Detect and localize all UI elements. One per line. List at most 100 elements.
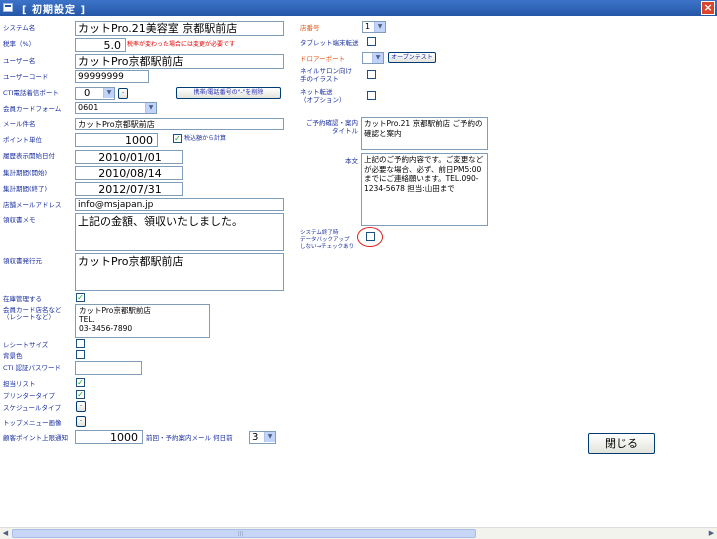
scroll-right-icon[interactable]: ▶ — [706, 528, 717, 539]
backup-label-3: しない→チェックあり — [300, 244, 355, 250]
reminder-days-select[interactable]: 3 ▼ — [249, 431, 276, 444]
tablet-transfer-label: タブレット端末転送 — [300, 39, 359, 47]
bg-color-checkbox[interactable] — [76, 350, 85, 359]
dot-icon: · — [79, 402, 83, 410]
dot-icon: · — [79, 417, 83, 425]
drawer-port-label: ドロアーポート — [300, 55, 346, 63]
point-notice-label: 顧客ポイント上限通知 — [3, 434, 68, 442]
cti-password-label: CTI 認証パスワード — [3, 364, 61, 372]
tax-rate-note: 税率が変わった場合には変更が必要です — [127, 41, 236, 48]
card-store-textarea[interactable]: カットPro京都駅前店 TEL. 03-3456-7890 — [75, 304, 210, 338]
tax-rate-label: 税率（%） — [3, 40, 36, 48]
store-mail-label: 店舗メールアドレス — [3, 201, 62, 209]
scrollbar-thumb[interactable]: ||| — [12, 529, 476, 538]
printer-type-checkbox[interactable]: ✓ — [76, 390, 85, 399]
agg-start-input[interactable]: 2010/08/14 — [75, 166, 183, 180]
bg-color-label: 背景色 — [3, 352, 23, 360]
backup-label-2: データバックアップ — [300, 237, 350, 243]
member-card-select[interactable]: 0601 ▼ — [75, 102, 157, 114]
mail-name-input[interactable]: カットPro京都駅前店 — [75, 118, 284, 130]
card-store-label-2: （レシートなど） — [3, 313, 55, 321]
backup-label-1: システム終了時 — [300, 230, 339, 236]
close-icon: × — [703, 1, 713, 14]
user-name-input[interactable]: カットPro京都駅前店 — [75, 54, 284, 69]
cti-port-value: 0 — [84, 88, 91, 99]
top-menu-image-button[interactable]: · — [76, 416, 86, 427]
dot-icon: · — [121, 89, 125, 97]
nail-illust-label-1: ネイルサロン向け — [300, 67, 352, 75]
horizontal-scrollbar[interactable]: ◀ ||| ▶ — [0, 527, 717, 539]
user-name-label: ユーザー名 — [3, 57, 36, 65]
body-label: 本文 — [345, 157, 358, 165]
receipt-issuer-textarea[interactable]: カットPro京都駅前店 — [75, 253, 284, 291]
chevron-down-icon: ▼ — [103, 88, 114, 98]
grip-icon: ||| — [238, 531, 244, 537]
stock-mgmt-checkbox[interactable]: ✓ — [76, 293, 85, 302]
member-card-value: 0601 — [78, 103, 99, 112]
receipt-size-label: レシートサイズ — [3, 341, 49, 349]
window-close-button[interactable]: × — [701, 1, 715, 15]
cti-password-input[interactable] — [75, 361, 142, 375]
user-code-input[interactable]: 99999999 — [75, 70, 149, 83]
close-button[interactable]: 閉じる — [588, 433, 655, 454]
chevron-down-icon: ▼ — [374, 22, 385, 32]
top-menu-image-label: トップメニュー画像 — [3, 419, 62, 427]
receipt-size-checkbox[interactable] — [76, 339, 85, 348]
point-notice-input[interactable]: 1000 — [75, 430, 143, 444]
staff-list-label: 担当リスト — [3, 380, 36, 388]
agg-start-label: 集計期間(開始) — [3, 169, 48, 177]
title-bar: [ 初期設定 ] × — [0, 0, 717, 16]
body-textarea[interactable]: 上記のご予約内容です。ご変更などが必要な場合、必ず、前日PM5:00までにご連絡… — [361, 153, 488, 226]
schedule-type-button[interactable]: · — [76, 401, 86, 412]
reserve-title-label-2: タイトル — [332, 127, 358, 135]
backup-checkbox[interactable] — [366, 232, 375, 241]
store-no-label: 店番号 — [300, 24, 320, 32]
schedule-type-label: スケジュールタイプ — [3, 404, 62, 412]
tablet-transfer-checkbox[interactable] — [367, 37, 376, 46]
drawer-port-select[interactable]: ▼ — [362, 52, 384, 64]
chevron-down-icon: ▼ — [264, 432, 275, 442]
store-no-select[interactable]: 1 ▼ — [362, 21, 386, 33]
point-unit-input[interactable]: 1000 — [75, 133, 158, 147]
chevron-down-icon: ▼ — [372, 53, 383, 63]
system-name-label: システム名 — [3, 24, 36, 32]
window-icon — [3, 3, 13, 12]
history-start-label: 履歴表示開始日付 — [3, 152, 55, 160]
cti-port-extra-button[interactable]: · — [118, 88, 128, 99]
window-title: [ 初期設定 ] — [22, 5, 87, 16]
reminder-days-value: 3 — [252, 432, 259, 443]
receipt-issuer-label: 領収書発行元 — [3, 257, 42, 265]
member-card-label: 会員カードフォーム — [3, 105, 62, 113]
mail-name-label: メール件名 — [3, 120, 36, 128]
system-name-input[interactable]: カットPro.21美容室 京都駅前店 — [75, 21, 284, 36]
scroll-left-icon[interactable]: ◀ — [0, 528, 11, 539]
nail-illust-label-2: 手のイラスト — [300, 75, 339, 83]
reminder-days-label: 前回・予約案内メール 何日前 — [146, 434, 233, 442]
reserve-title-label-1: ご予約確認・案内 — [306, 119, 358, 127]
nail-illust-checkbox[interactable] — [367, 70, 376, 79]
cti-port-label: CTI電話着信ポート — [3, 89, 59, 97]
store-no-value: 1 — [365, 22, 371, 31]
tax-calc-checkbox[interactable]: ✓ — [173, 134, 182, 143]
printer-type-label: プリンタータイプ — [3, 392, 55, 400]
stock-mgmt-label: 在庫管理する — [3, 295, 42, 303]
history-start-input[interactable]: 2010/01/01 — [75, 150, 183, 164]
staff-list-checkbox[interactable]: ✓ — [76, 378, 85, 387]
tax-calc-label: 税込額から計算 — [184, 135, 227, 142]
receipt-memo-label: 領収書メモ — [3, 216, 36, 224]
point-unit-label: ポイント単位 — [3, 136, 42, 144]
remove-hyphen-button[interactable]: 携帯/電話番号の"-"を削除 — [176, 87, 281, 99]
net-transfer-checkbox[interactable] — [367, 91, 376, 100]
store-mail-input[interactable]: info@msjapan.jp — [75, 198, 284, 211]
cti-port-select[interactable]: 0 ▼ — [75, 87, 115, 100]
user-code-label: ユーザーコード — [3, 73, 49, 81]
chevron-down-icon: ▼ — [145, 103, 156, 113]
tax-rate-input[interactable]: 5.0 — [75, 38, 126, 52]
open-test-button[interactable]: オープンテスト — [388, 52, 436, 63]
agg-end-input[interactable]: 2012/07/31 — [75, 182, 183, 196]
net-transfer-label-2: （オプション） — [300, 96, 346, 104]
agg-end-label: 集計期間(終了) — [3, 185, 48, 193]
net-transfer-label-1: ネット転送 — [300, 88, 333, 96]
reserve-title-textarea[interactable]: カットPro.21 京都駅前店 ご予約の確認と案内 — [361, 117, 488, 150]
receipt-memo-textarea[interactable]: 上記の金額、領収いたしました。 — [75, 213, 284, 251]
